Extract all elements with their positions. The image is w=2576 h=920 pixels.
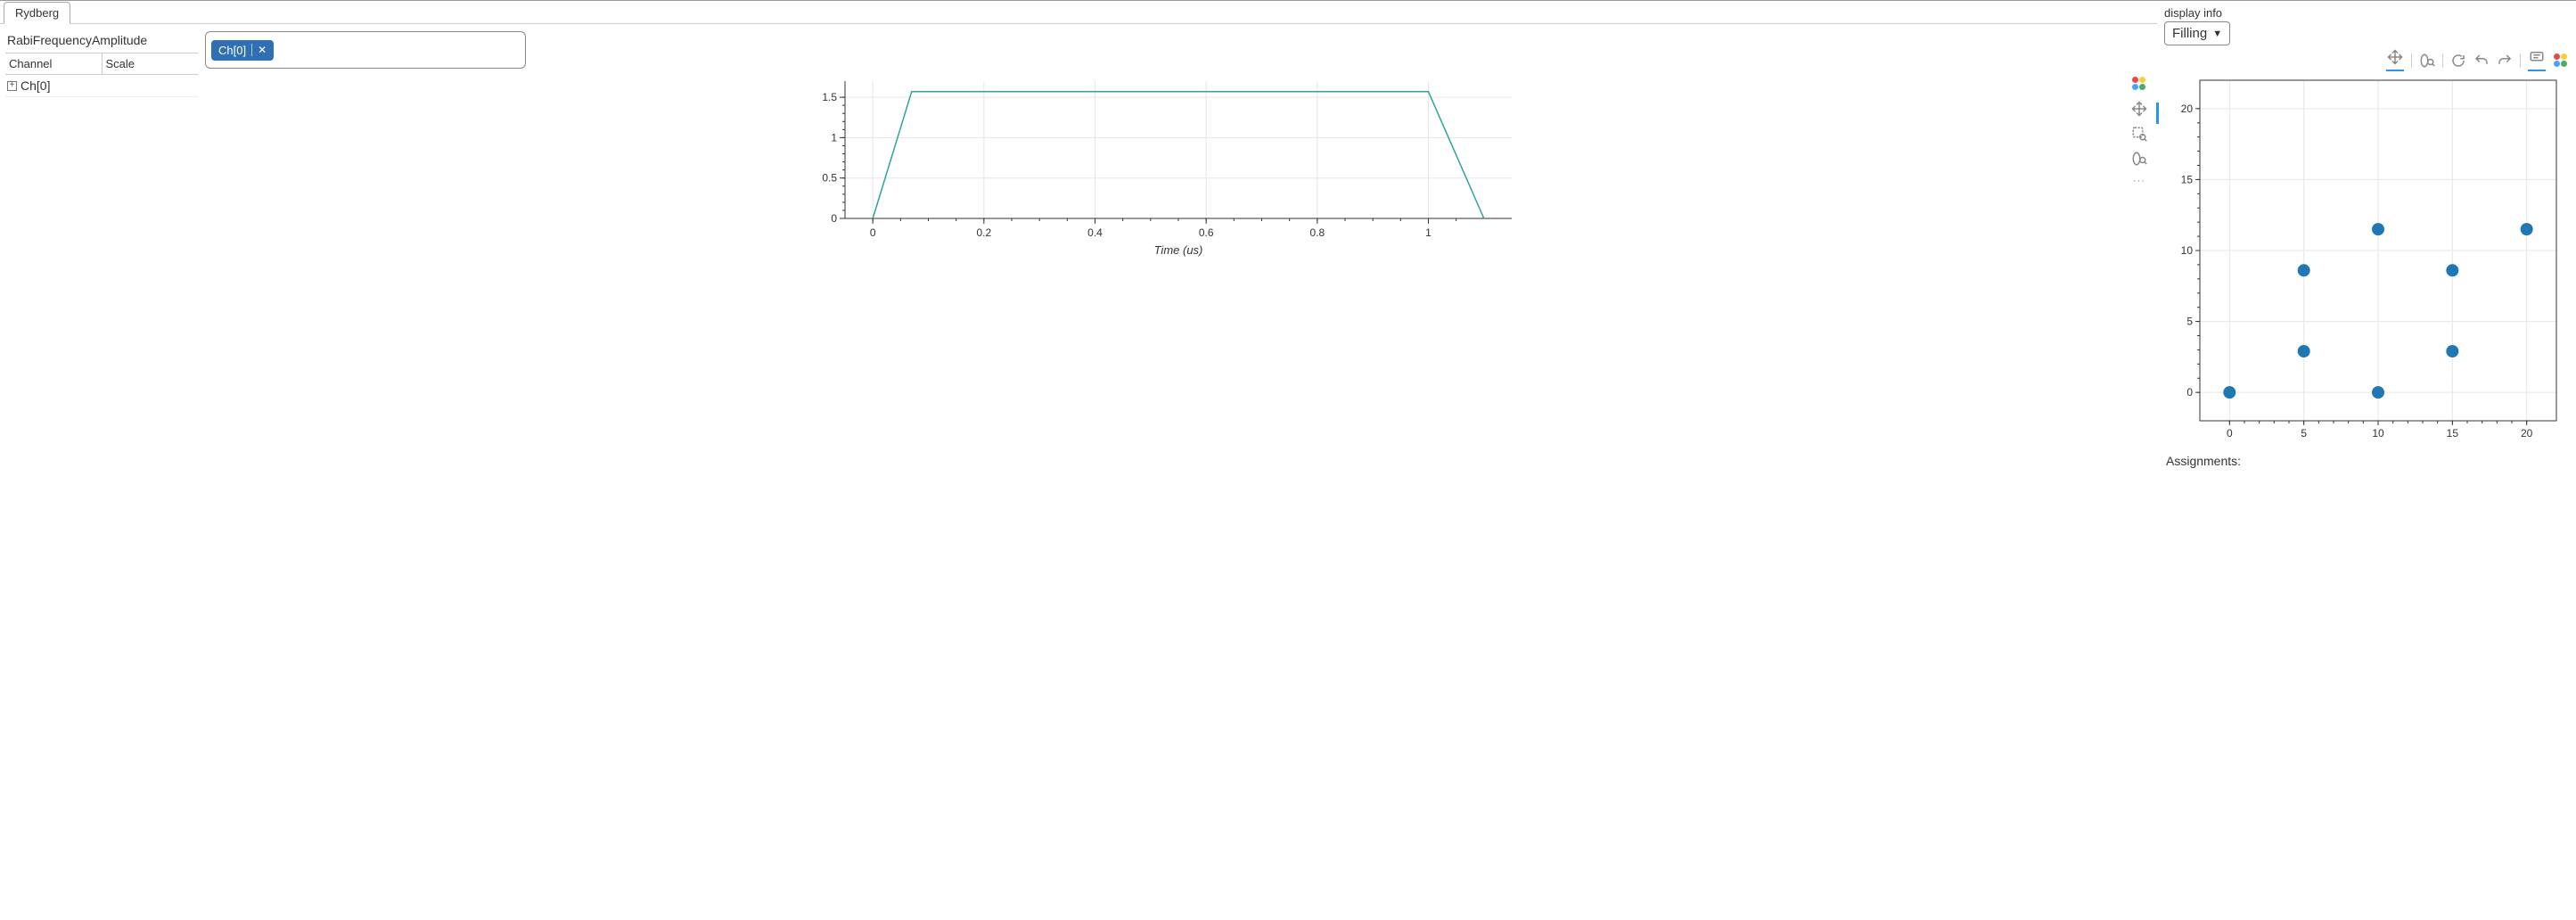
pan-icon[interactable] xyxy=(2131,101,2147,117)
svg-text:0.6: 0.6 xyxy=(1199,226,1214,239)
right-pane: display info Filling ▼ xyxy=(2157,1,2576,475)
section-title: RabiFrequencyAmplitude xyxy=(5,31,198,53)
svg-text:0.8: 0.8 xyxy=(1309,226,1325,239)
line-chart[interactable]: 0 0.5 1 1.5 0 0.2 0.4 0.6 0.8 1 Time (us) xyxy=(205,74,2123,261)
content-row: RabiFrequencyAmplitude Channel Scale + C… xyxy=(0,24,2157,268)
hover-icon[interactable] xyxy=(2529,49,2545,65)
chip-remove-icon[interactable]: ✕ xyxy=(258,44,267,56)
svg-text:0: 0 xyxy=(831,212,837,225)
toolbar-separator xyxy=(2442,53,2443,68)
toolbar-separator xyxy=(2411,53,2412,68)
active-tool-indicator xyxy=(2156,103,2159,124)
more-tools-icon[interactable]: ··· xyxy=(2133,176,2145,186)
plot-area: Ch[0] ✕ 0 0.5 1 1.5 0 0.2 0.4 0.6 0.8 1 Time (us) xyxy=(198,24,2157,268)
undo-icon[interactable] xyxy=(2473,53,2490,69)
col-head-scale[interactable]: Scale xyxy=(103,53,199,74)
bokeh-logo-icon xyxy=(2131,76,2147,92)
bokeh-logo-icon xyxy=(2553,53,2569,69)
col-headers: Channel Scale xyxy=(5,53,198,75)
svg-text:0.2: 0.2 xyxy=(976,226,991,239)
svg-text:20: 20 xyxy=(2181,103,2194,115)
svg-text:15: 15 xyxy=(2447,427,2459,439)
toolbar-separator xyxy=(2520,53,2521,68)
svg-text:10: 10 xyxy=(2181,244,2194,257)
chip-separator xyxy=(251,44,252,56)
scatter-chart[interactable]: 0 5 10 15 20 0 5 10 15 20 xyxy=(2164,73,2565,448)
pan-icon[interactable] xyxy=(2387,49,2403,65)
svg-text:Time (us): Time (us) xyxy=(1154,243,1203,257)
line-chart-wrap: 0 0.5 1 1.5 0 0.2 0.4 0.6 0.8 1 Time (us) ··· xyxy=(205,74,2150,261)
svg-text:0: 0 xyxy=(2227,427,2233,439)
svg-text:5: 5 xyxy=(2186,316,2193,328)
svg-text:15: 15 xyxy=(2181,173,2194,185)
wheel-zoom-icon[interactable] xyxy=(2131,151,2147,167)
svg-text:0.5: 0.5 xyxy=(822,172,837,185)
svg-text:20: 20 xyxy=(2521,427,2533,439)
active-underline xyxy=(2528,70,2546,71)
reset-icon[interactable] xyxy=(2450,53,2466,69)
tree-item-label: Ch[0] xyxy=(21,78,50,93)
app-root: Rydberg RabiFrequencyAmplitude Channel S… xyxy=(0,0,2576,475)
svg-text:0.4: 0.4 xyxy=(1087,226,1103,239)
active-underline xyxy=(2386,70,2404,71)
svg-text:1: 1 xyxy=(1425,226,1432,239)
box-zoom-icon[interactable] xyxy=(2131,126,2147,142)
assignments-label: Assignments: xyxy=(2164,450,2569,468)
display-info-label: display info xyxy=(2164,4,2569,21)
select-value: Filling xyxy=(2172,26,2207,41)
svg-text:0: 0 xyxy=(2186,386,2193,398)
wheel-zoom-icon[interactable] xyxy=(2419,53,2435,69)
tree-row[interactable]: + Ch[0] xyxy=(5,75,198,97)
left-pane: Rydberg RabiFrequencyAmplitude Channel S… xyxy=(0,1,2157,475)
redo-icon[interactable] xyxy=(2497,53,2513,69)
chevron-down-icon: ▼ xyxy=(2212,29,2222,39)
scatter-toolbar xyxy=(2164,45,2569,73)
display-info-select[interactable]: Filling ▼ xyxy=(2164,21,2230,45)
svg-text:0: 0 xyxy=(870,226,876,239)
channel-chip-input[interactable]: Ch[0] ✕ xyxy=(205,31,526,69)
svg-text:1.5: 1.5 xyxy=(822,91,837,103)
svg-text:1: 1 xyxy=(831,131,837,144)
col-head-channel[interactable]: Channel xyxy=(5,53,103,74)
sidebar: RabiFrequencyAmplitude Channel Scale + C… xyxy=(0,24,198,268)
channel-chip[interactable]: Ch[0] ✕ xyxy=(211,40,274,61)
tab-rydberg[interactable]: Rydberg xyxy=(4,2,70,24)
expand-icon[interactable]: + xyxy=(7,81,17,91)
tab-strip: Rydberg xyxy=(0,1,2157,24)
svg-text:10: 10 xyxy=(2372,427,2384,439)
svg-text:5: 5 xyxy=(2301,427,2307,439)
chip-label: Ch[0] xyxy=(218,44,246,57)
chart-toolbar: ··· xyxy=(2129,74,2150,261)
